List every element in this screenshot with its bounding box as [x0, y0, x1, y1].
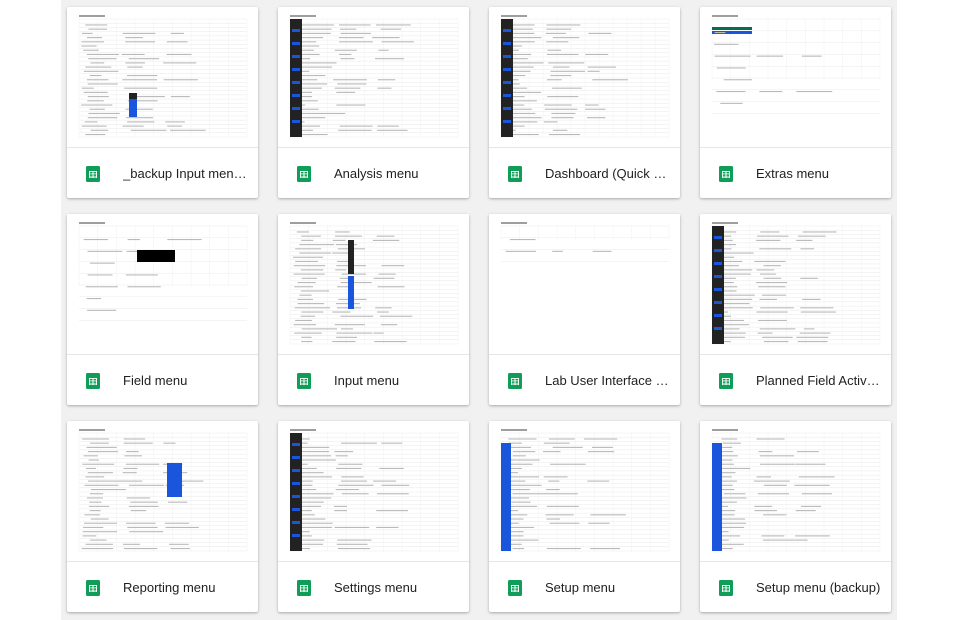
file-thumbnail[interactable]: [700, 7, 891, 147]
file-thumbnail[interactable]: [67, 7, 258, 147]
file-thumbnail[interactable]: [700, 421, 891, 561]
google-sheets-icon: [297, 580, 311, 596]
file-title: Setup menu: [545, 580, 616, 595]
spreadsheet-preview: [711, 15, 881, 114]
google-sheets-icon: [86, 166, 100, 182]
file-card[interactable]: Settings menu: [278, 421, 469, 612]
spreadsheet-preview: [289, 15, 459, 138]
file-title: Dashboard (Quick View): [545, 166, 671, 181]
file-card-footer[interactable]: Reporting menu: [67, 561, 258, 612]
spreadsheet-preview: [500, 429, 670, 552]
file-thumbnail[interactable]: [278, 7, 469, 147]
spreadsheet-preview: [711, 429, 881, 552]
file-card-footer[interactable]: Planned Field Activities: [700, 354, 891, 405]
file-card-footer[interactable]: Settings menu: [278, 561, 469, 612]
file-grid: _backup Input menu (2018) Analysis menu Da…: [61, 0, 897, 620]
file-thumbnail[interactable]: [489, 214, 680, 354]
google-sheets-icon: [86, 580, 100, 596]
file-title: Reporting menu: [123, 580, 216, 595]
file-card[interactable]: Extras menu: [700, 7, 891, 198]
spreadsheet-preview: [289, 222, 459, 345]
google-sheets-icon: [719, 373, 733, 389]
file-thumbnail[interactable]: [278, 421, 469, 561]
google-sheets-icon: [508, 166, 522, 182]
file-title: Planned Field Activities: [756, 373, 882, 388]
file-card[interactable]: _backup Input menu (2018): [67, 7, 258, 198]
file-thumbnail[interactable]: [489, 421, 680, 561]
file-card[interactable]: Setup menu (backup): [700, 421, 891, 612]
file-card[interactable]: Dashboard (Quick View): [489, 7, 680, 198]
file-card[interactable]: Input menu: [278, 214, 469, 405]
file-card-footer[interactable]: Setup menu (backup): [700, 561, 891, 612]
file-grid-area: _backup Input menu (2018) Analysis menu Da…: [61, 0, 897, 620]
spreadsheet-preview: [78, 15, 248, 138]
google-sheets-icon: [719, 166, 733, 182]
spreadsheet-preview: [78, 222, 248, 321]
file-card[interactable]: Setup menu: [489, 421, 680, 612]
file-thumbnail[interactable]: [278, 214, 469, 354]
google-sheets-icon: [297, 373, 311, 389]
file-card[interactable]: Field menu: [67, 214, 258, 405]
google-sheets-icon: [508, 373, 522, 389]
google-sheets-icon: [297, 166, 311, 182]
file-card[interactable]: Analysis menu: [278, 7, 469, 198]
file-card-footer[interactable]: Lab User Interface menu: [489, 354, 680, 405]
spreadsheet-preview: [289, 429, 459, 552]
file-thumbnail[interactable]: [67, 214, 258, 354]
spreadsheet-preview: [711, 222, 881, 345]
file-card[interactable]: Reporting menu: [67, 421, 258, 612]
file-title: Extras menu: [756, 166, 829, 181]
google-sheets-icon: [86, 373, 100, 389]
file-title: Setup menu (backup): [756, 580, 881, 595]
file-card-footer[interactable]: Input menu: [278, 354, 469, 405]
spreadsheet-preview: [78, 429, 248, 552]
spreadsheet-preview: [500, 222, 670, 262]
file-title: Input menu: [334, 373, 400, 388]
file-title: _backup Input menu (2018): [123, 166, 249, 181]
file-card[interactable]: Lab User Interface menu: [489, 214, 680, 405]
file-title: Settings menu: [334, 580, 418, 595]
file-card-footer[interactable]: Dashboard (Quick View): [489, 147, 680, 198]
spreadsheet-preview: [500, 15, 670, 138]
google-sheets-icon: [508, 580, 522, 596]
file-title: Analysis menu: [334, 166, 419, 181]
file-card[interactable]: Planned Field Activities: [700, 214, 891, 405]
file-card-footer[interactable]: _backup Input menu (2018): [67, 147, 258, 198]
file-card-footer[interactable]: Field menu: [67, 354, 258, 405]
file-thumbnail[interactable]: [489, 7, 680, 147]
file-title: Field menu: [123, 373, 188, 388]
file-thumbnail[interactable]: [67, 421, 258, 561]
file-title: Lab User Interface menu: [545, 373, 671, 388]
google-sheets-icon: [719, 580, 733, 596]
file-card-footer[interactable]: Analysis menu: [278, 147, 469, 198]
file-card-footer[interactable]: Extras menu: [700, 147, 891, 198]
file-card-footer[interactable]: Setup menu: [489, 561, 680, 612]
file-thumbnail[interactable]: [700, 214, 891, 354]
